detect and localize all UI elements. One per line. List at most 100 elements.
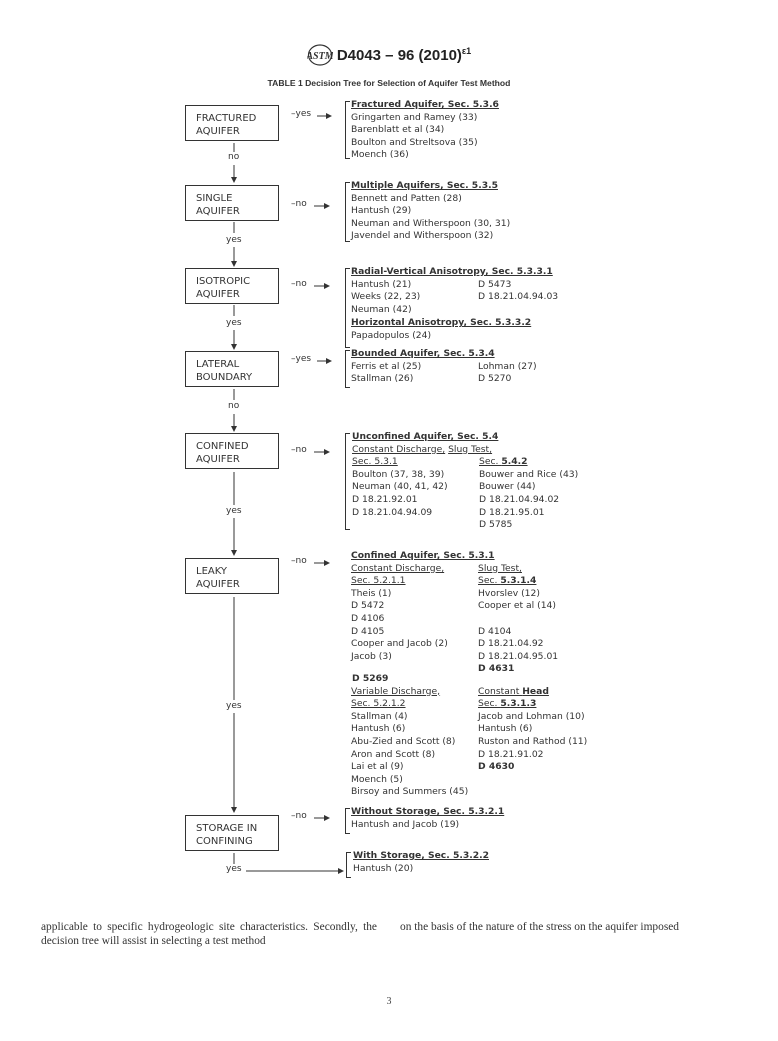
reference-item: Lai et al (9) — [351, 761, 404, 773]
down-label-yes: yes — [226, 318, 242, 328]
reference-item: Hantush (29) — [351, 205, 412, 217]
bracket — [345, 433, 350, 530]
reference-item: Gringarten and Ramey (33) — [351, 111, 478, 123]
subheading: Constant Discharge, — [351, 562, 445, 574]
result-heading: Unconfined Aquifer, Sec. 5.4 — [352, 431, 499, 442]
reference-item: Theis (1) — [351, 587, 392, 599]
standard-item: D 5473 — [478, 278, 512, 290]
reference-item: Aron and Scott (8) — [351, 748, 436, 760]
decision-node-storage-in-confining: STORAGE IN CONFINING — [185, 815, 279, 851]
reference-item: Weeks (22, 23) — [351, 291, 421, 303]
result-unconfined-aquifer: Unconfined Aquifer, Sec. 5.4 Constant Di… — [352, 431, 578, 532]
result-heading: Multiple Aquifers, Sec. 5.3.5 — [351, 180, 498, 191]
branch-label-no: –no — [291, 199, 307, 209]
subheading: Variable Discharge, — [351, 685, 441, 697]
bracket — [345, 182, 350, 242]
decision-node-confined-aquifer: CONFINED AQUIFER — [185, 433, 279, 469]
decision-node-single-aquifer: SINGLE AQUIFER — [185, 185, 279, 221]
reference-item: Jacob (3) — [351, 650, 392, 662]
branch-label-no: –no — [291, 445, 307, 455]
branch-label-yes: –yes — [291, 109, 312, 119]
subheading: Constant Discharge, — [352, 443, 446, 455]
reference-item: Moench (5) — [351, 773, 403, 785]
subheading: Sec. 5.3.1.4 — [478, 575, 537, 587]
bracket — [345, 350, 350, 388]
reference-item: Hantush (20) — [353, 862, 414, 874]
reference-item: Bennett and Patten (28) — [351, 192, 462, 204]
standard-item: D 5270 — [478, 373, 512, 385]
reference-item: Moench (36) — [351, 149, 409, 161]
page-number: 3 — [386, 996, 392, 1007]
result-heading: Bounded Aquifer, Sec. 5.3.4 — [351, 348, 495, 359]
standard-item: D 4105 — [351, 625, 385, 637]
result-heading: Fractured Aquifer, Sec. 5.3.6 — [351, 99, 499, 110]
subheading: Sec. 5.3.1.3 — [478, 698, 537, 710]
result-with-storage: With Storage, Sec. 5.3.2.2 Hantush (20) — [353, 850, 489, 875]
result-heading: Horizontal Anisotropy, Sec. 5.3.3.2 — [351, 317, 532, 329]
reference-item: Cooper et al (14) — [478, 600, 556, 612]
bracket — [345, 808, 350, 834]
result-heading: Confined Aquifer, Sec. 5.3.1 — [351, 550, 495, 561]
reference-item: Neuman (42) — [351, 303, 412, 315]
reference-item: Hantush and Jacob (19) — [351, 818, 460, 830]
standard-item: D 4630 — [478, 761, 515, 773]
down-label-no: no — [228, 401, 240, 411]
down-label-yes: yes — [226, 506, 242, 516]
decision-node-fractured-aquifer: FRACTURED AQUIFER — [185, 105, 279, 141]
branch-label-yes: –yes — [291, 354, 312, 364]
reference-item: Cooper and Jacob (2) — [351, 638, 448, 650]
reference-item: Lohman (27) — [478, 360, 537, 372]
branch-label-no: –no — [291, 556, 307, 566]
reference-item: Abu-Zied and Scott (8) — [351, 735, 456, 747]
decision-node-leaky-aquifer: LEAKY AQUIFER — [185, 558, 279, 594]
reference-item: Ferris et al (25) — [351, 360, 422, 372]
reference-item: Stallman (26) — [351, 373, 414, 385]
reference-item: Neuman and Witherspoon (30, 31) — [351, 217, 511, 229]
subheading: Slug Test, — [448, 443, 493, 455]
result-anisotropy: Radial-Vertical Anisotropy, Sec. 5.3.3.1… — [351, 266, 558, 343]
subheading: Sec. 5.2.1.2 — [351, 698, 406, 710]
reference-item: Neuman (40, 41, 42) — [352, 481, 448, 493]
bracket — [346, 852, 351, 878]
body-paragraph-col1: applicable to specific hydrogeologic sit… — [41, 921, 377, 947]
standard-item: D 18.21.04.92 — [478, 638, 544, 650]
subheading: Sec. 5.3.1 — [352, 456, 398, 468]
reference-item: Hvorslev (12) — [478, 587, 540, 599]
reference-item: Barenblatt et al (34) — [351, 124, 445, 136]
reference-item: Boulton and Streltsova (35) — [351, 136, 478, 148]
standard-item: D 18.21.04.95.01 — [478, 650, 559, 662]
down-label-yes: yes — [226, 235, 242, 245]
standard-item: D 5785 — [479, 519, 513, 531]
standard-item: D 18.21.91.02 — [478, 748, 544, 760]
decision-node-lateral-boundary: LATERAL BOUNDARY — [185, 351, 279, 387]
standard-item: D 5269 — [352, 672, 389, 684]
result-confined-aquifer: Confined Aquifer, Sec. 5.3.1 Constant Di… — [351, 550, 587, 799]
result-fractured-aquifer: Fractured Aquifer, Sec. 5.3.6 Gringarten… — [351, 99, 499, 162]
standard-item: D 18.21.04.94.03 — [478, 291, 559, 303]
reference-item: Stallman (4) — [351, 710, 408, 722]
subheading: Constant Head — [478, 685, 549, 697]
standard-item: D 18.21.04.94.02 — [479, 493, 560, 505]
branch-label-no: –no — [291, 811, 307, 821]
reference-item: Bouwer and Rice (43) — [479, 468, 579, 480]
reference-item: Bouwer (44) — [479, 481, 536, 493]
reference-item: Hantush (6) — [351, 723, 406, 735]
down-label-yes: yes — [226, 864, 242, 874]
decision-node-isotropic-aquifer: ISOTROPIC AQUIFER — [185, 268, 279, 304]
standard-item: D 18.21.95.01 — [479, 506, 545, 518]
reference-item: Hantush (6) — [478, 723, 533, 735]
reference-item: Javendel and Witherspoon (32) — [351, 230, 494, 242]
subheading: Sec. 5.4.2 — [479, 456, 528, 468]
result-heading: Without Storage, Sec. 5.3.2.1 — [351, 806, 505, 817]
body-paragraph-col2: on the basis of the nature of the stress… — [400, 921, 679, 933]
result-heading: Radial-Vertical Anisotropy, Sec. 5.3.3.1 — [351, 266, 553, 277]
standard-item: D 4106 — [351, 612, 385, 624]
branch-label-no: –no — [291, 279, 307, 289]
reference-item: Jacob and Lohman (10) — [478, 710, 585, 722]
standard-item: D 5472 — [351, 600, 385, 612]
standard-item: D 18.21.04.94.09 — [352, 506, 433, 518]
reference-item: Birsoy and Summers (45) — [351, 786, 469, 798]
result-heading: With Storage, Sec. 5.3.2.2 — [353, 850, 489, 861]
down-label-no: no — [228, 152, 240, 162]
reference-item: Boulton (37, 38, 39) — [352, 468, 445, 480]
